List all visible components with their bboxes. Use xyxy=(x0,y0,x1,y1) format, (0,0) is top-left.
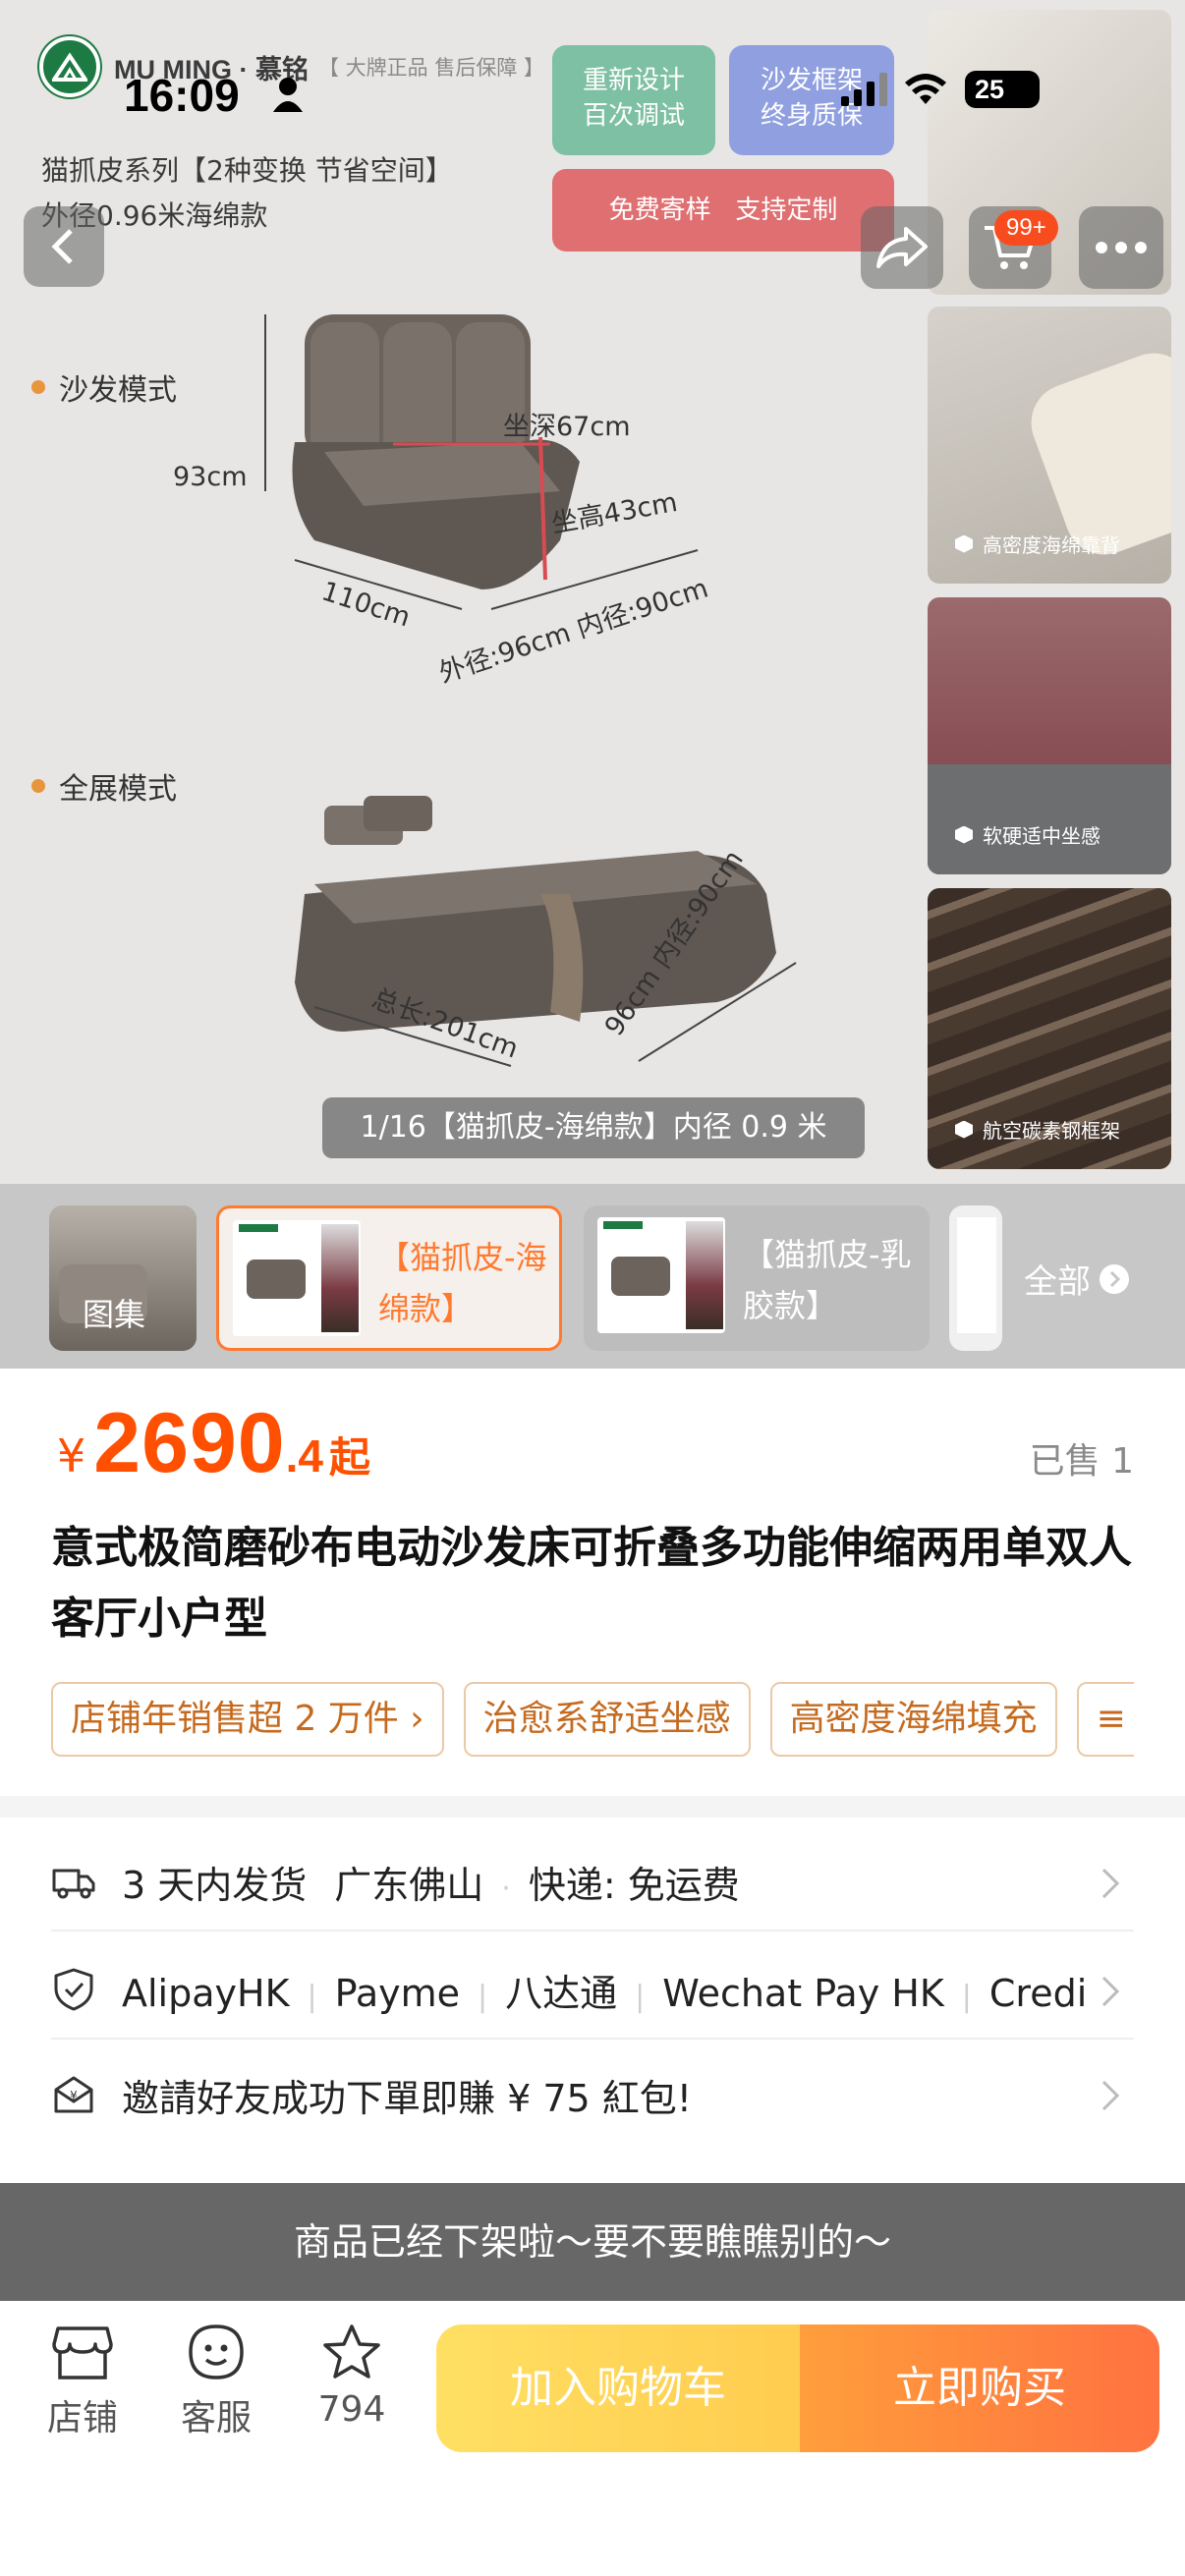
variant-thumbnail xyxy=(233,1220,361,1336)
battery-indicator: 25 xyxy=(965,71,1040,108)
section-divider xyxy=(0,1796,1185,1818)
service-label: 客服 xyxy=(180,2398,252,2438)
sofa-bed-illustration xyxy=(295,796,797,1067)
shop-sales-chip[interactable]: 店铺年销售超 2 万件 › xyxy=(51,1682,444,1757)
add-to-cart-button[interactable]: 加入购物车 xyxy=(436,2324,800,2452)
dim-seat-depth: 坐深67cm xyxy=(503,412,631,442)
shop-label: 店铺 xyxy=(46,2398,118,2438)
chevron-right-icon xyxy=(1101,1976,1120,2007)
star-icon xyxy=(323,2324,380,2379)
ship-time: 3 天内发货 xyxy=(122,1863,308,1907)
full-mode-text: 全展模式 xyxy=(59,772,177,807)
variant-option-latex[interactable]: 【猫抓皮-乳胶款】 xyxy=(584,1205,930,1351)
variant-label: 【猫抓皮-海绵款】 xyxy=(378,1239,547,1327)
dim-height: 93cm xyxy=(173,462,248,492)
store-icon xyxy=(52,2326,113,2380)
shield-check-icon xyxy=(54,1968,93,2011)
status-time: 16:09 xyxy=(124,70,240,121)
partial-chip[interactable]: ≡ xyxy=(1076,1682,1134,1757)
pay-credit: Credit xyxy=(988,1971,1085,2015)
brand-logo-icon xyxy=(39,36,100,97)
ship-origin: 广东佛山 xyxy=(334,1863,484,1907)
product-tags: 店铺年销售超 2 万件 › 治愈系舒适坐感 高密度海绵填充 ≡ xyxy=(51,1682,1134,1757)
share-button[interactable] xyxy=(861,206,943,289)
sold-count: 已售 1 xyxy=(1029,1441,1134,1482)
favorite-button[interactable]: 794 xyxy=(293,2323,411,2430)
full-mode-label: 全展模式 xyxy=(31,764,177,808)
pay-payme: Payme xyxy=(334,1971,460,2015)
person-icon xyxy=(273,78,303,112)
back-button[interactable] xyxy=(24,206,104,287)
invite-text: 邀請好友成功下單即賺 ¥ 75 紅包! xyxy=(122,2076,693,2120)
pay-alipayhk: AlipayHK xyxy=(122,1971,290,2015)
delisted-toast: 商品已经下架啦～要不要瞧瞧别的～ xyxy=(0,2183,1185,2301)
buy-now-button[interactable]: 立即购买 xyxy=(800,2324,1159,2452)
seat-caption: 软硬适中坐感 xyxy=(955,820,1100,849)
frame-thumbnail: 航空碳素钢框架 xyxy=(928,888,1171,1169)
product-hero-image[interactable]: MU MING · 慕铭 【 大牌正品 售后保障 】 猫抓皮系列【2种变换 节省… xyxy=(0,0,1185,1184)
more-dots-icon xyxy=(1096,242,1147,253)
ship-express: 快递: 免运费 xyxy=(528,1863,740,1907)
signal-icon xyxy=(841,73,887,106)
product-title: 意式极简磨砂布电动沙发床可折叠多功能伸缩两用单双人客厅小户型 xyxy=(51,1523,1132,1644)
comfort-chip[interactable]: 治愈系舒适坐感 xyxy=(463,1682,751,1757)
gallery-button[interactable]: 图集 xyxy=(49,1205,197,1351)
redesign-tag-text: 重新设计 百次调试 xyxy=(582,66,685,131)
svg-text:¥: ¥ xyxy=(70,2089,78,2102)
variant-thumbnail xyxy=(597,1217,725,1333)
sponge-chip[interactable]: 高密度海绵填充 xyxy=(769,1682,1057,1757)
variant-selector: 图集 【猫抓皮-海绵款】 【猫抓皮-乳胶款】 全部 xyxy=(0,1184,1185,1369)
payment-methods: AlipayHK|Payme|八达通|Wechat Pay HK|Credit xyxy=(122,1963,1085,2017)
chevron-left-icon xyxy=(51,229,73,264)
payment-row[interactable]: AlipayHK|Payme|八达通|Wechat Pay HK|Credit xyxy=(51,1941,1134,2040)
shipping-row[interactable]: 3 天内发货 广东佛山 · 快递: 免运费 xyxy=(51,1833,1134,1932)
all-variants-label: 全部 xyxy=(1024,1262,1091,1302)
image-counter: 1/16【猫抓皮-海绵款】内径 0.9 米 xyxy=(322,1097,865,1158)
frame-caption: 航空碳素钢框架 xyxy=(955,1115,1120,1144)
brand-slogan: 【 大牌正品 售后保障 】 xyxy=(317,56,545,80)
sofa-mode-text: 沙发模式 xyxy=(59,373,177,408)
customer-service-button[interactable]: 客服 xyxy=(157,2323,275,2440)
price-integer: 2690 xyxy=(93,1396,286,1490)
shipping-text: 3 天内发货 广东佛山 · 快递: 免运费 xyxy=(122,1863,740,1907)
chevron-right-icon xyxy=(1101,1868,1120,1899)
variant-option-partial[interactable] xyxy=(949,1205,1002,1351)
product-detail-page: MU MING · 慕铭 【 大牌正品 售后保障 】 猫抓皮系列【2种变换 节省… xyxy=(0,0,1185,2576)
pay-wechat: Wechat Pay HK xyxy=(662,1971,944,2015)
variant-option-sponge[interactable]: 【猫抓皮-海绵款】 xyxy=(216,1205,562,1351)
bottom-action-bar: 店铺 客服 794 加入购物车 立即购买 xyxy=(0,2301,1185,2576)
backrest-caption: 高密度海绵靠背 xyxy=(955,530,1120,558)
pay-octopus: 八达通 xyxy=(505,1971,618,2015)
price-suffix: 起 xyxy=(328,1433,370,1482)
free-sample-tag: 免费寄样 支持定制 xyxy=(552,169,894,252)
redesign-tag: 重新设计 百次调试 xyxy=(552,45,715,155)
wifi-icon xyxy=(905,74,946,104)
cart-count-badge: 99+ xyxy=(994,210,1058,246)
backrest-thumbnail: 高密度海绵靠背 xyxy=(928,307,1171,584)
price: ¥ 2690 .4 起 xyxy=(57,1395,370,1492)
chat-face-icon xyxy=(189,2324,244,2380)
share-icon xyxy=(876,227,928,268)
seat-thumbnail: 软硬适中坐感 xyxy=(928,597,1171,874)
price-decimal: .4 xyxy=(285,1430,323,1482)
gallery-label: 图集 xyxy=(83,1296,146,1333)
more-button[interactable] xyxy=(1079,206,1163,289)
red-envelope-icon: ¥ xyxy=(54,2076,93,2113)
shop-button[interactable]: 店铺 xyxy=(24,2323,141,2440)
series-title: 猫抓皮系列【2种变换 节省空间】 xyxy=(41,154,453,187)
free-sample-tag-text: 免费寄样 支持定制 xyxy=(608,196,838,225)
chevron-right-icon xyxy=(1101,2080,1120,2111)
invite-row[interactable]: ¥ 邀請好友成功下單即賺 ¥ 75 紅包! xyxy=(51,2045,1134,2144)
price-currency: ¥ xyxy=(57,1429,86,1483)
delivery-truck-icon xyxy=(52,1869,95,1899)
status-icons: 25 xyxy=(841,71,1040,108)
all-variants-button[interactable]: 全部 xyxy=(1024,1255,1130,1303)
favorite-count: 794 xyxy=(317,2389,386,2430)
chevron-right-circle-icon xyxy=(1100,1263,1129,1294)
sofa-mode-label: 沙发模式 xyxy=(31,365,177,409)
variant-label: 【猫抓皮-乳胶款】 xyxy=(743,1236,912,1324)
